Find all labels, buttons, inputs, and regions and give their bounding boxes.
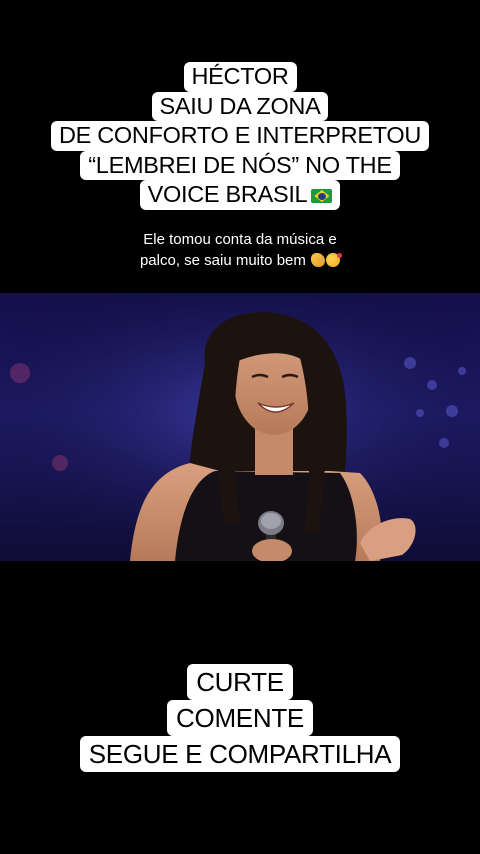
pinching-hand-icon: [311, 253, 326, 267]
video-frame[interactable]: [0, 293, 480, 561]
call-to-action-overlay: CURTE COMENTE SEGUE E COMPARTILHA: [0, 664, 480, 772]
smiling-face-with-hearts-icon: [326, 253, 343, 267]
headline-line-text: VOICE BRASIL: [147, 181, 308, 207]
headline-overlay: HÉCTOR SAIU DA ZONA DE CONFORTO E INTERP…: [0, 62, 480, 210]
video-post-screen: HÉCTOR SAIU DA ZONA DE CONFORTO E INTERP…: [0, 0, 480, 854]
headline-line-last: VOICE BRASIL: [139, 180, 341, 210]
caption: Ele tomou conta da música e palco, se sa…: [0, 229, 480, 271]
headline-line: SAIU DA ZONA: [151, 91, 329, 121]
singer-performance-image: [0, 293, 480, 561]
cta-line: CURTE: [187, 664, 293, 700]
caption-line: Ele tomou conta da música e: [143, 231, 337, 248]
headline-line: DE CONFORTO E INTERPRETOU: [50, 121, 430, 151]
caption-line-text: palco, se saiu muito bem: [139, 252, 306, 269]
headline-line: “LEMBREI DE NÓS” NO THE: [80, 150, 400, 180]
cta-line: SEGUE E COMPARTILHA: [79, 736, 401, 772]
headline-line: HÉCTOR: [183, 62, 297, 92]
cta-line: COMENTE: [167, 700, 313, 736]
brazil-flag-icon: [311, 189, 333, 203]
caption-line-last: palco, se saiu muito bem: [0, 250, 480, 271]
